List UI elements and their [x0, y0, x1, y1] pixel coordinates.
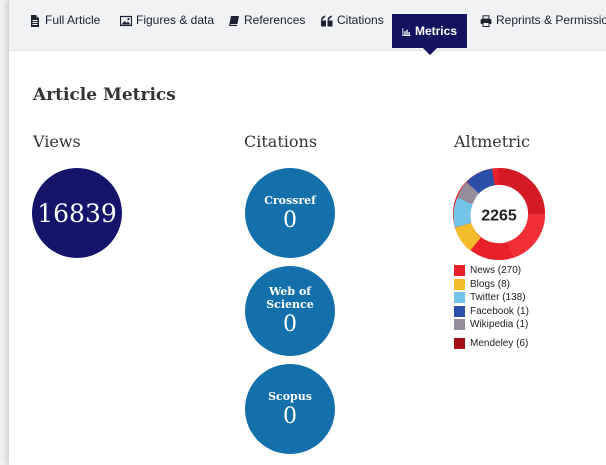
article-tabs: Full Article Figures & data References C…: [9, 0, 606, 55]
image-icon: [120, 15, 132, 27]
quote-icon: [321, 15, 333, 27]
legend-label: Wikipedia (1): [470, 319, 529, 331]
crossref-citations-badge[interactable]: Crossref 0: [245, 168, 335, 258]
twitter-swatch: [454, 292, 465, 304]
altmetric-heading: Altmetric: [454, 132, 530, 151]
web-of-science-citations-badge[interactable]: Web of Science 0: [245, 266, 335, 356]
citation-count: 0: [283, 403, 297, 429]
legend-item-blogs: Blogs (8): [454, 278, 529, 292]
citation-count: 0: [283, 312, 297, 337]
article-metrics-panel: Full Article Figures & data References C…: [9, 0, 606, 465]
print-icon: [480, 15, 492, 27]
legend-item-mendeley: Mendeley (6): [454, 337, 529, 351]
wikipedia-swatch: [454, 319, 465, 331]
active-tab-caret: [422, 48, 437, 55]
views-count-badge: 16839: [32, 168, 122, 258]
citations-heading: Citations: [244, 132, 318, 151]
tab-references[interactable]: References: [228, 14, 305, 48]
tab-label: Metrics: [414, 24, 457, 38]
bar-chart-icon: [402, 28, 411, 36]
views-heading: Views: [33, 132, 81, 151]
tab-citations[interactable]: Citations: [321, 14, 384, 48]
legend-label: Facebook (1): [470, 305, 529, 317]
tab-metrics[interactable]: Metrics: [392, 14, 467, 55]
book-icon: [229, 16, 239, 26]
tab-label: Reprints & Permissions: [496, 13, 606, 27]
tab-reprints-permissions[interactable]: Reprints & Permissions: [480, 14, 606, 48]
tab-full-article[interactable]: Full Article: [29, 14, 100, 48]
legend-label: Mendeley (6): [470, 337, 529, 349]
legend-label: News (270): [470, 265, 522, 277]
citation-source-label: Web of Science: [266, 285, 314, 311]
legend-item-wikipedia: Wikipedia (1): [454, 318, 529, 332]
citation-count: 0: [283, 207, 297, 233]
tab-label: Full Article: [45, 13, 101, 27]
legend-item-news: News (270): [454, 264, 529, 278]
tab-figures-data[interactable]: Figures & data: [120, 14, 214, 48]
citation-source-label: Crossref: [264, 193, 316, 207]
altmetric-score: 2265: [481, 208, 517, 225]
legend-label: Twitter (138): [470, 292, 526, 304]
citation-source-label: Scopus: [268, 389, 312, 403]
blogs-swatch: [454, 278, 465, 290]
page-title: Article Metrics: [33, 85, 176, 105]
tab-label: References: [244, 13, 306, 27]
document-icon: [31, 15, 39, 27]
mendeley-swatch: [454, 337, 465, 349]
news-swatch: [454, 265, 465, 277]
facebook-swatch: [454, 305, 465, 317]
altmetric-donut-badge[interactable]: 2265: [452, 167, 546, 261]
legend-item-facebook: Facebook (1): [454, 305, 529, 319]
views-count: 16839: [37, 198, 117, 228]
legend-item-twitter: Twitter (138): [454, 291, 529, 305]
tab-label: Figures & data: [136, 13, 215, 27]
legend-label: Blogs (8): [470, 278, 511, 290]
altmetric-legend: News (270) Blogs (8) Twitter (138) Faceb…: [454, 264, 529, 350]
scopus-citations-badge[interactable]: Scopus 0: [245, 364, 335, 454]
tab-label: Citations: [337, 13, 384, 27]
